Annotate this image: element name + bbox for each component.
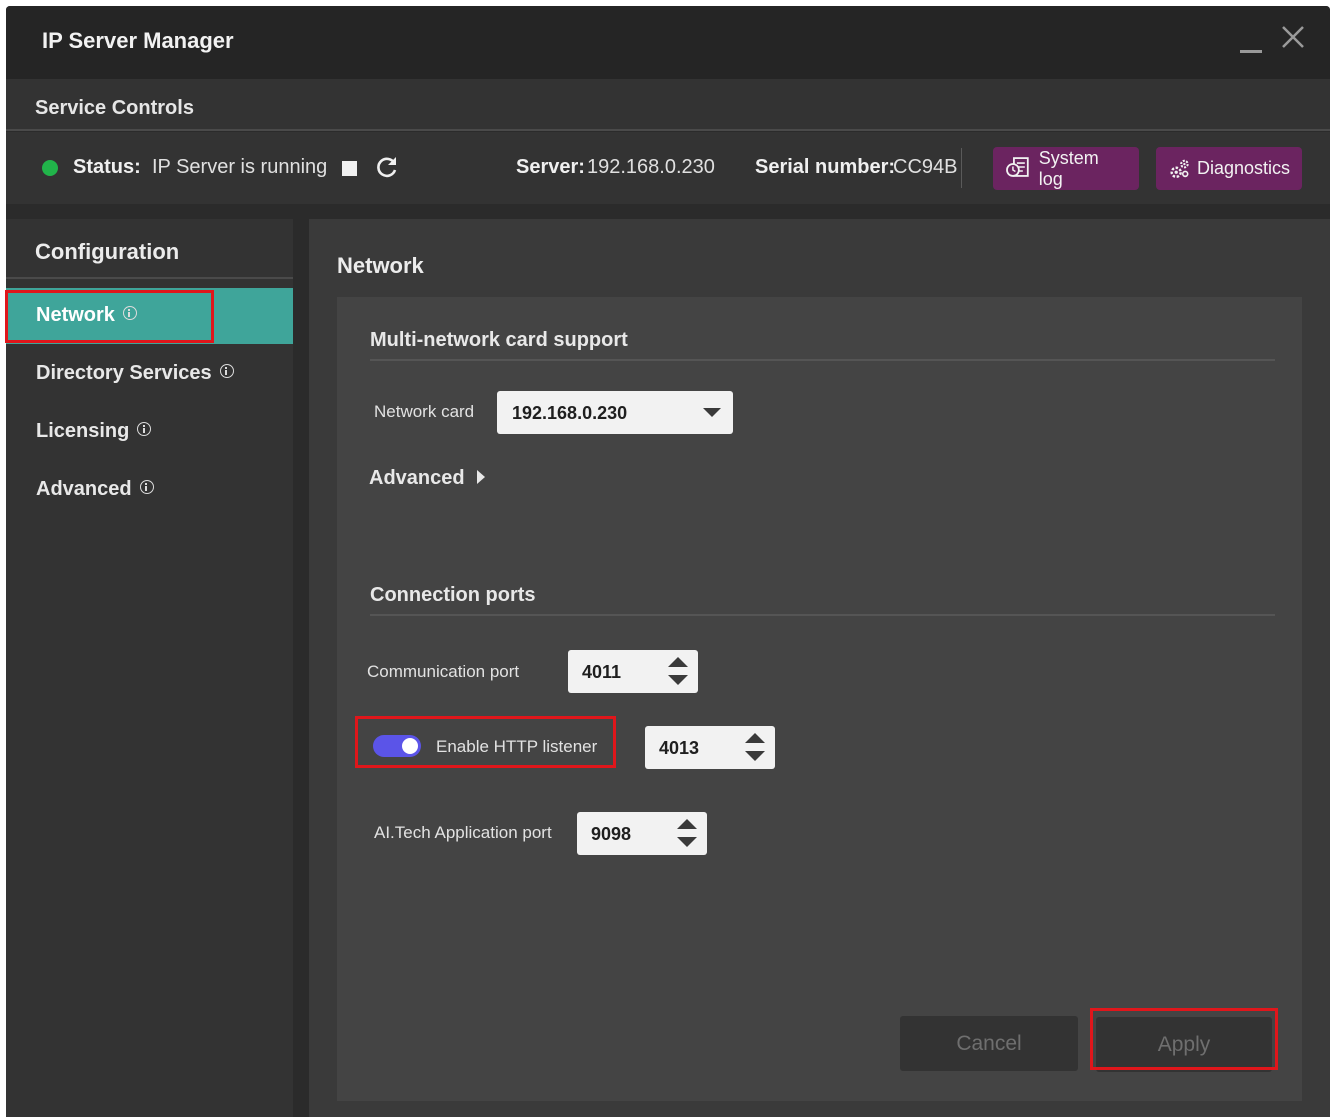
system-log-label: System log (1038, 147, 1099, 189)
http-port-stepper[interactable]: 4013 (645, 726, 775, 769)
sidebar-item-label: Network (36, 304, 115, 326)
service-controls-header: Service Controls (6, 79, 1330, 131)
serial-number-value: CC94B (893, 156, 958, 178)
network-card-value: 192.168.0.230 (512, 403, 628, 423)
minimize-button[interactable] (1236, 24, 1266, 54)
title-bar: IP Server Manager (6, 6, 1330, 79)
info-icon (137, 422, 152, 436)
divider (370, 614, 1275, 616)
server-label: Server: (516, 156, 585, 178)
close-button[interactable] (1280, 24, 1310, 54)
service-controls-title: Service Controls (35, 97, 194, 119)
info-icon (122, 306, 137, 320)
stop-service-button[interactable] (342, 161, 357, 176)
restart-service-button[interactable] (374, 154, 400, 180)
stepper-down-button[interactable] (667, 672, 689, 688)
http-listener-label: Enable HTTP listener (436, 737, 598, 756)
ai-tech-port-stepper[interactable]: 9098 (577, 812, 707, 855)
system-log-button[interactable]: System log (993, 147, 1139, 190)
close-icon (1282, 26, 1304, 48)
ai-tech-port-label: AI.Tech Application port (374, 823, 552, 842)
stepper-up-button[interactable] (744, 730, 766, 746)
configuration-sidebar: Configuration Network Directory Services… (6, 219, 293, 1117)
divider (6, 277, 293, 279)
settings-panel: Multi-network card support Network card … (337, 297, 1302, 1101)
chevron-right-icon (476, 470, 485, 484)
divider (370, 359, 1275, 361)
status-indicator (42, 160, 58, 176)
divider (961, 148, 962, 188)
section-title-connection-ports: Connection ports (370, 584, 536, 606)
apply-button[interactable]: Apply (1096, 1017, 1272, 1072)
stepper-up-button[interactable] (667, 654, 689, 670)
status-bar: Status: IP Server is running Server: 192… (6, 132, 1330, 204)
sidebar-item-label: Directory Services (36, 362, 212, 384)
http-port-value: 4013 (659, 738, 700, 758)
sidebar-item-label: Advanced (36, 478, 132, 500)
serial-number-label: Serial number: (755, 156, 896, 178)
section-title-multi-network: Multi-network card support (370, 329, 628, 351)
communication-port-value: 4011 (582, 662, 622, 682)
diagnostics-label: Diagnostics (1196, 158, 1290, 178)
page-title: Network (337, 253, 424, 278)
ai-tech-port-value: 9098 (591, 824, 632, 844)
stepper-down-button[interactable] (676, 834, 698, 850)
main-content: Network Multi-network card support Netwo… (309, 219, 1330, 1117)
status-label: Status: (73, 156, 141, 178)
sidebar-title: Configuration (35, 239, 180, 264)
sidebar-item-network[interactable]: Network (6, 288, 293, 344)
chevron-down-icon (703, 408, 721, 417)
stepper-up-button[interactable] (676, 816, 698, 832)
status-value: IP Server is running (152, 156, 328, 178)
diagnostics-button[interactable]: Diagnostics (1156, 147, 1302, 190)
advanced-expander[interactable]: Advanced (369, 467, 485, 490)
app-window: IP Server Manager Service Controls Statu… (6, 6, 1330, 1117)
info-icon (219, 364, 234, 378)
gears-icon (1170, 159, 1189, 178)
system-log-icon (1006, 156, 1029, 177)
server-value: 192.168.0.230 (587, 156, 715, 178)
sidebar-item-directory-services[interactable]: Directory Services (6, 346, 293, 402)
stepper-down-button[interactable] (744, 748, 766, 764)
network-card-label: Network card (374, 402, 475, 421)
sidebar-item-licensing[interactable]: Licensing (6, 404, 293, 460)
sidebar-item-label: Licensing (36, 420, 130, 442)
app-title: IP Server Manager (42, 28, 234, 53)
communication-port-label: Communication port (367, 662, 520, 681)
cancel-button[interactable]: Cancel (900, 1016, 1078, 1071)
refresh-icon (377, 157, 397, 178)
sidebar-item-advanced[interactable]: Advanced (6, 462, 293, 518)
info-icon (139, 480, 154, 494)
http-listener-toggle[interactable] (373, 735, 421, 757)
advanced-label: Advanced (369, 467, 465, 489)
communication-port-stepper[interactable]: 4011 (568, 650, 698, 693)
network-card-select[interactable]: 192.168.0.230 (497, 391, 733, 434)
